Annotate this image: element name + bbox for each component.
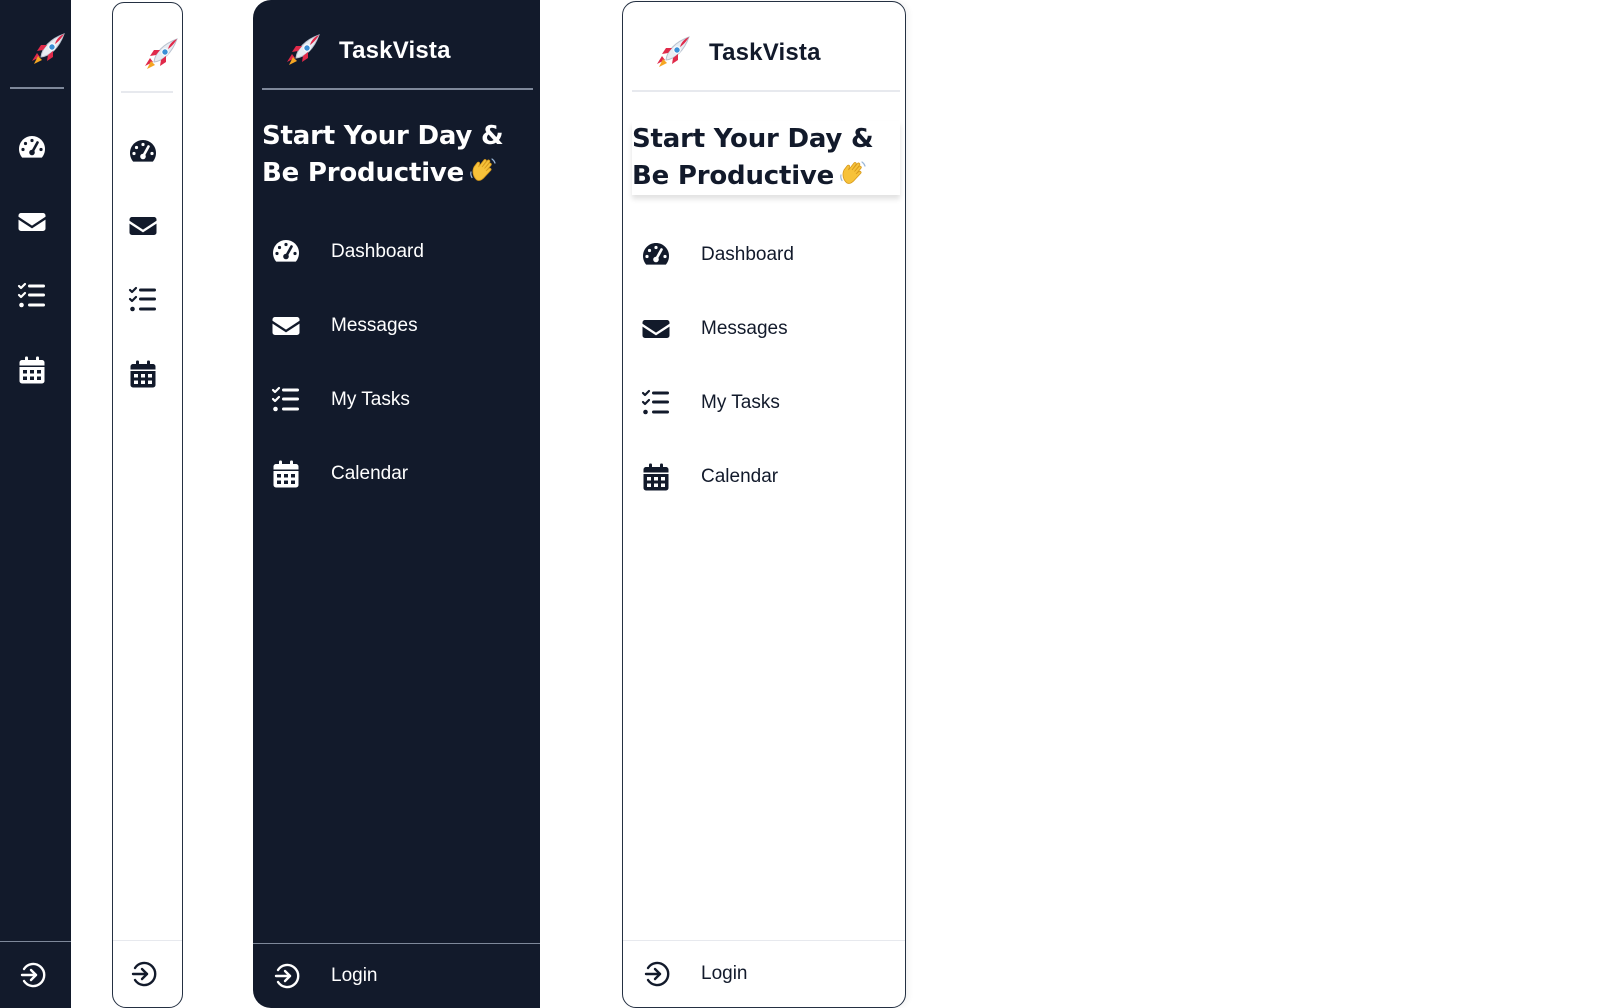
tagline: Start Your Day & Be Productive (262, 118, 532, 192)
login-label: Login (331, 965, 378, 986)
nav-label: Messages (331, 315, 418, 336)
rocket-icon (283, 31, 323, 71)
rocket-icon[interactable] (28, 30, 68, 70)
gauge-icon[interactable] (128, 137, 158, 167)
brand[interactable]: TaskVista (653, 32, 821, 74)
nav-label: Calendar (331, 463, 409, 484)
waving-hand-icon (838, 158, 868, 188)
nav-label: Calendar (701, 466, 779, 487)
calendar-icon[interactable] (128, 359, 158, 389)
nav-item-calendar[interactable]: Calendar (637, 451, 778, 503)
sidebar-footer (0, 941, 71, 1008)
sign-in-icon (271, 961, 301, 991)
calendar-icon[interactable] (17, 355, 47, 385)
rocket-icon[interactable] (141, 35, 181, 75)
nav-item-dashboard[interactable]: Dashboard (267, 226, 424, 278)
sidebar-divider (10, 87, 64, 89)
task-list-icon (271, 385, 301, 415)
nav-item-dashboard[interactable]: Dashboard (637, 229, 794, 281)
sidebar-collapsed-dark (0, 0, 71, 1008)
calendar-icon (641, 462, 671, 492)
sidebar-footer: Login (623, 940, 905, 1007)
sidebar-expanded-light: TaskVista Start Your Day & Be Productive… (622, 1, 906, 1008)
app-name: TaskVista (709, 39, 821, 66)
login-button[interactable]: Login (267, 950, 378, 1002)
login-button[interactable]: Login (637, 948, 748, 1000)
sign-in-icon (641, 959, 671, 989)
envelope-icon[interactable] (17, 207, 47, 237)
sidebar-footer (113, 940, 182, 1007)
gauge-icon[interactable] (17, 133, 47, 163)
nav-label: My Tasks (331, 389, 410, 410)
nav-label: Dashboard (331, 241, 424, 262)
waving-hand-icon (468, 155, 498, 185)
sidebar-footer: Login (253, 943, 540, 1008)
sidebar-collapsed-light (112, 2, 183, 1008)
rocket-icon (653, 33, 693, 73)
brand[interactable]: TaskVista (283, 30, 451, 72)
envelope-icon[interactable] (128, 211, 158, 241)
nav-item-my-tasks[interactable]: My Tasks (267, 374, 410, 426)
envelope-icon (271, 311, 301, 341)
calendar-icon (271, 459, 301, 489)
app-name: TaskVista (339, 37, 451, 64)
tagline: Start Your Day & Be Productive (632, 121, 900, 195)
nav-item-calendar[interactable]: Calendar (267, 448, 408, 500)
sidebar-expanded-dark: TaskVista Start Your Day & Be Productive… (253, 0, 540, 1008)
nav-label: My Tasks (701, 392, 780, 413)
sidebar-divider (262, 88, 533, 90)
nav-item-messages[interactable]: Messages (637, 303, 788, 355)
nav-label: Messages (701, 318, 788, 339)
task-list-icon[interactable] (128, 285, 158, 315)
gauge-icon (271, 237, 301, 267)
task-list-icon[interactable] (17, 281, 47, 311)
nav-label: Dashboard (701, 244, 794, 265)
gauge-icon (641, 240, 671, 270)
sidebar-divider (121, 91, 173, 93)
sign-in-icon[interactable] (17, 960, 47, 990)
envelope-icon (641, 314, 671, 344)
nav-item-messages[interactable]: Messages (267, 300, 418, 352)
task-list-icon (641, 388, 671, 418)
sign-in-icon[interactable] (128, 959, 158, 989)
sidebar-divider (632, 90, 900, 92)
login-label: Login (701, 963, 748, 984)
nav-item-my-tasks[interactable]: My Tasks (637, 377, 780, 429)
